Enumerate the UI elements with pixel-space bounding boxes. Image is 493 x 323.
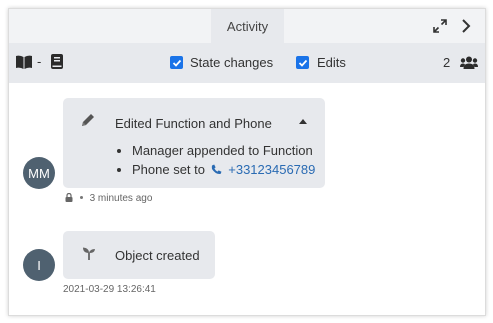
message-edit: Edited Function and Phone Manager append…	[63, 98, 325, 188]
avatar[interactable]: MM	[23, 157, 55, 189]
tab-activity[interactable]: Activity	[211, 9, 284, 43]
toolbar-separator: -	[37, 54, 42, 69]
followers-count[interactable]: 2	[443, 55, 450, 70]
state-changes-checkbox[interactable]	[170, 56, 183, 69]
pencil-icon	[82, 114, 94, 126]
phone-icon	[211, 164, 222, 175]
activity-panel: Activity - State changes Edits 2 MM Edit…	[8, 8, 486, 316]
open-book-icon[interactable]	[16, 55, 32, 69]
separator-dot	[79, 196, 83, 199]
state-changes-label[interactable]: State changes	[190, 55, 273, 70]
users-icon[interactable]	[460, 56, 478, 69]
lock-icon	[65, 193, 73, 202]
message-timestamp: 2021-03-29 13:26:41	[63, 284, 156, 295]
edits-checkbox[interactable]	[296, 56, 309, 69]
change-text: Phone set to	[132, 162, 205, 177]
message-timestamp: 3 minutes ago	[89, 193, 153, 204]
caret-up-icon[interactable]	[299, 119, 307, 124]
change-text: Manager appended to Function	[132, 143, 313, 158]
message-meta: 3 minutes ago	[65, 193, 152, 204]
sprout-icon	[83, 247, 95, 260]
panel-header: Activity	[9, 9, 485, 43]
closed-book-icon[interactable]	[51, 54, 63, 69]
list-item: Phone set to +33123456789	[115, 160, 315, 179]
message-title: Edited Function and Phone	[115, 116, 272, 131]
avatar[interactable]: I	[23, 249, 55, 281]
checkmark-icon	[172, 59, 181, 67]
checkmark-icon	[298, 59, 307, 67]
tracking-changes-list: Manager appended to Function Phone set t…	[115, 141, 315, 179]
edits-label[interactable]: Edits	[317, 55, 346, 70]
list-item: Manager appended to Function	[115, 141, 315, 160]
phone-link[interactable]: +33123456789	[228, 162, 315, 177]
activity-toolbar: - State changes Edits 2	[9, 43, 485, 83]
expand-icon[interactable]	[433, 19, 447, 33]
chevron-right-icon[interactable]	[460, 18, 472, 34]
message-created: Object created	[63, 231, 215, 279]
message-title: Object created	[115, 248, 200, 263]
